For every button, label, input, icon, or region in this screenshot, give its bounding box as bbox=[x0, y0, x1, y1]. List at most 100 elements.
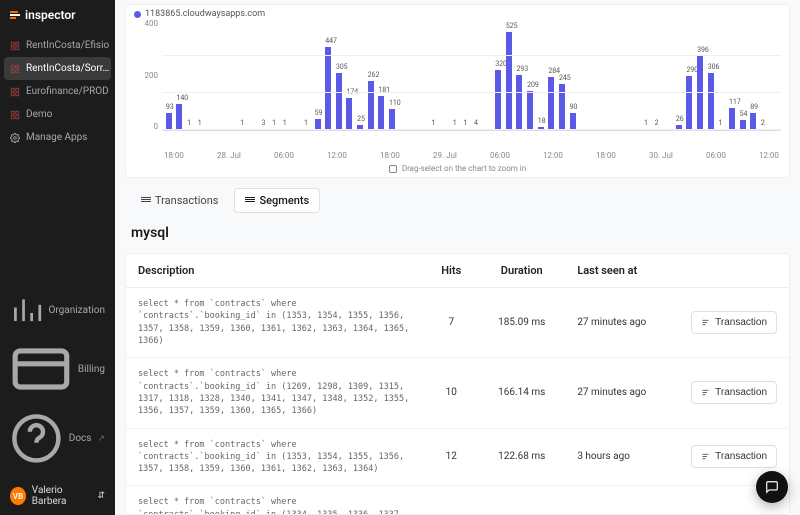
bar-slot: 181 bbox=[377, 96, 387, 130]
chart-plot[interactable]: 9314011131115944730517425262181110111432… bbox=[162, 19, 781, 131]
bar-slot: 89 bbox=[748, 113, 758, 130]
billing-icon bbox=[10, 338, 72, 400]
table-row: select * from `contracts` where `contrac… bbox=[126, 358, 789, 428]
chart-bar[interactable]: 525 bbox=[506, 32, 512, 130]
bar-value-label: 1 bbox=[187, 119, 191, 127]
tab-label: Transactions bbox=[155, 194, 218, 207]
bar-value-label: 447 bbox=[325, 37, 337, 45]
sidebar-item-label: RentInCosta/Efisio bbox=[26, 40, 109, 51]
brand[interactable]: inspector bbox=[0, 0, 115, 30]
bar-slot: 293 bbox=[515, 75, 525, 130]
chart-bar[interactable]: 305 bbox=[336, 73, 342, 130]
duration-cell: 93.94 ms bbox=[478, 486, 565, 515]
avatar: VB bbox=[10, 487, 26, 505]
bar-slot: 306 bbox=[706, 73, 716, 130]
chart-bar[interactable]: 306 bbox=[708, 73, 714, 130]
sidebar-item-billing[interactable]: Billing bbox=[0, 332, 115, 406]
column-header: Duration bbox=[478, 254, 565, 288]
bar-value-label: 110 bbox=[389, 99, 401, 107]
sidebar-item-app[interactable]: Demo bbox=[0, 103, 115, 126]
chart-bar[interactable]: 117 bbox=[729, 108, 735, 130]
chart-bar[interactable]: 174 bbox=[346, 98, 352, 130]
gear-icon bbox=[10, 133, 20, 143]
transaction-icon bbox=[701, 452, 710, 461]
chart-bar[interactable]: 396 bbox=[697, 56, 703, 130]
lastseen-cell: 3 hours ago bbox=[565, 428, 679, 486]
bar-value-label: 305 bbox=[336, 63, 348, 71]
bar-value-label: 2 bbox=[655, 119, 659, 127]
table-row: select * from `contracts` where `contrac… bbox=[126, 428, 789, 486]
sidebar-item-app[interactable]: RentInCosta/Efisio bbox=[0, 34, 115, 57]
chart-area[interactable]: 4002000 93140111311159447305174252621811… bbox=[134, 19, 781, 149]
sidebar-item-label: Manage Apps bbox=[26, 132, 87, 143]
app-icon bbox=[10, 41, 20, 51]
sidebar-item-label: Demo bbox=[26, 109, 52, 120]
bar-value-label: 1 bbox=[453, 119, 457, 127]
bar-value-label: 245 bbox=[559, 74, 571, 82]
hits-cell: 10 bbox=[424, 358, 478, 428]
sidebar-item-docs[interactable]: Docs↗ bbox=[0, 406, 115, 471]
bar-slot: 447 bbox=[323, 47, 333, 130]
section-title: mysql bbox=[115, 219, 800, 247]
bar-value-label: 89 bbox=[750, 103, 758, 111]
sidebar-item-organization[interactable]: Organization bbox=[0, 288, 115, 332]
transaction-button[interactable]: Transaction bbox=[691, 311, 777, 334]
bar-value-label: 209 bbox=[527, 81, 539, 89]
chat-fab[interactable] bbox=[756, 471, 788, 503]
sidebar-item-app[interactable]: Eurofinance/PROD bbox=[0, 80, 115, 103]
segments-panel: DescriptionHitsDurationLast seen at sele… bbox=[125, 253, 790, 515]
bar-slot: 290 bbox=[685, 76, 695, 130]
sidebar-item-app[interactable]: RentInCosta/Sorr… bbox=[4, 57, 111, 80]
bar-value-label: 1 bbox=[718, 119, 722, 127]
user-row[interactable]: VB Valerio Barbera ⇵ bbox=[0, 477, 115, 515]
bar-value-label: 117 bbox=[729, 98, 741, 106]
chart-bar[interactable]: 89 bbox=[750, 113, 756, 130]
segments-table: DescriptionHitsDurationLast seen at sele… bbox=[126, 254, 789, 515]
bar-value-label: 396 bbox=[697, 46, 709, 54]
duration-cell: 166.14 ms bbox=[478, 358, 565, 428]
bar-value-label: 18 bbox=[538, 117, 546, 125]
chart-bar[interactable]: 290 bbox=[686, 76, 692, 130]
sidebar-item-app[interactable]: Manage Apps bbox=[0, 126, 115, 149]
bar-value-label: 26 bbox=[676, 115, 684, 123]
bar-value-label: 1 bbox=[283, 119, 287, 127]
chart-legend[interactable]: 1183865.cloudwaysapps.com bbox=[134, 9, 781, 19]
column-header: Description bbox=[126, 254, 424, 288]
chart-bar[interactable]: 284 bbox=[548, 77, 554, 130]
transaction-button[interactable]: Transaction bbox=[691, 381, 777, 404]
bar-slot: 140 bbox=[175, 104, 185, 130]
bar-value-label: 1 bbox=[644, 119, 648, 127]
tab-segments[interactable]: Segments bbox=[234, 188, 320, 213]
docs-icon bbox=[10, 412, 63, 465]
bar-value-label: 293 bbox=[516, 65, 528, 73]
app-icon bbox=[10, 64, 20, 74]
chart-bar[interactable]: 262 bbox=[368, 81, 374, 130]
sidebar-item-label: RentInCosta/Sorr… bbox=[26, 63, 109, 74]
lastseen-cell: 27 minutes ago bbox=[565, 358, 679, 428]
chart-bar[interactable]: 90 bbox=[570, 113, 576, 130]
bar-value-label: 2 bbox=[761, 119, 765, 127]
transaction-button[interactable]: Transaction bbox=[691, 445, 777, 468]
external-link-icon: ↗ bbox=[97, 434, 105, 444]
bar-value-label: 1 bbox=[431, 119, 435, 127]
chart-bar[interactable]: 93 bbox=[166, 113, 172, 130]
chart-panel: 1183865.cloudwaysapps.com 4002000 931401… bbox=[125, 4, 790, 178]
bar-value-label: 93 bbox=[166, 103, 174, 111]
chart-bar[interactable]: 320 bbox=[495, 70, 501, 130]
chart-bar[interactable]: 110 bbox=[389, 109, 395, 130]
column-header: Last seen at bbox=[565, 254, 679, 288]
x-axis: 18:0028. Jul06:0012:0018:0029. Jul06:001… bbox=[162, 149, 781, 160]
chart-bar[interactable]: 140 bbox=[176, 104, 182, 130]
chart-bar[interactable]: 209 bbox=[527, 91, 533, 130]
tab-transactions[interactable]: Transactions bbox=[131, 189, 228, 212]
bar-slot: 209 bbox=[525, 91, 535, 130]
bar-value-label: 262 bbox=[368, 71, 380, 79]
chart-bar[interactable]: 447 bbox=[325, 47, 331, 130]
chart-bar[interactable]: 181 bbox=[378, 96, 384, 130]
y-axis: 4002000 bbox=[134, 19, 162, 131]
sidebar-nav-apps: RentInCosta/Efisio RentInCosta/Sorr… Eurof… bbox=[0, 34, 115, 149]
chart-bar[interactable]: 293 bbox=[516, 75, 522, 130]
bar-value-label: 1 bbox=[240, 119, 244, 127]
bar-value-label: 1 bbox=[198, 119, 202, 127]
table-row: select * from `contracts` where `contrac… bbox=[126, 486, 789, 515]
